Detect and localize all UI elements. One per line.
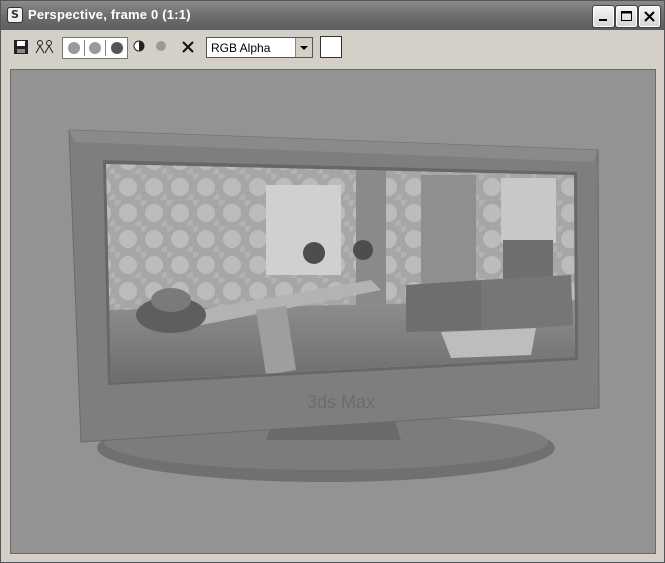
render-frame-window: S Perspective, frame 0 (1:1) RGB Alpha 3… bbox=[0, 0, 665, 563]
maximize-button[interactable] bbox=[615, 5, 638, 28]
app-icon: S bbox=[7, 7, 23, 23]
alpha-toggle-icon[interactable] bbox=[133, 40, 145, 52]
divider bbox=[105, 40, 106, 56]
clear-icon[interactable] bbox=[180, 39, 196, 55]
channel-toggle-group bbox=[62, 37, 128, 59]
chevron-down-icon[interactable] bbox=[295, 38, 312, 57]
minimize-button[interactable] bbox=[592, 5, 615, 28]
background-color-swatch[interactable] bbox=[320, 36, 342, 58]
channel-display-select[interactable]: RGB Alpha bbox=[206, 37, 313, 58]
maximize-icon bbox=[621, 11, 632, 21]
close-button[interactable] bbox=[638, 5, 661, 28]
rendered-image: 3ds Max bbox=[68, 129, 600, 482]
render-toolbar: RGB Alpha bbox=[2, 31, 663, 63]
red-channel-button[interactable] bbox=[68, 42, 80, 54]
close-icon bbox=[644, 11, 655, 22]
green-channel-button[interactable] bbox=[89, 42, 101, 54]
brand-logo: 3ds Max bbox=[307, 392, 375, 412]
minimize-icon bbox=[599, 19, 607, 21]
render-viewport: 3ds Max bbox=[10, 69, 656, 554]
monochrome-icon[interactable] bbox=[155, 40, 167, 52]
clone-icon[interactable] bbox=[35, 39, 55, 55]
save-icon[interactable] bbox=[13, 39, 29, 55]
divider bbox=[84, 40, 85, 56]
channel-display-value: RGB Alpha bbox=[211, 41, 271, 55]
blue-channel-button[interactable] bbox=[111, 42, 123, 54]
window-title: Perspective, frame 0 (1:1) bbox=[28, 7, 191, 22]
title-bar[interactable]: S Perspective, frame 0 (1:1) bbox=[1, 1, 664, 30]
